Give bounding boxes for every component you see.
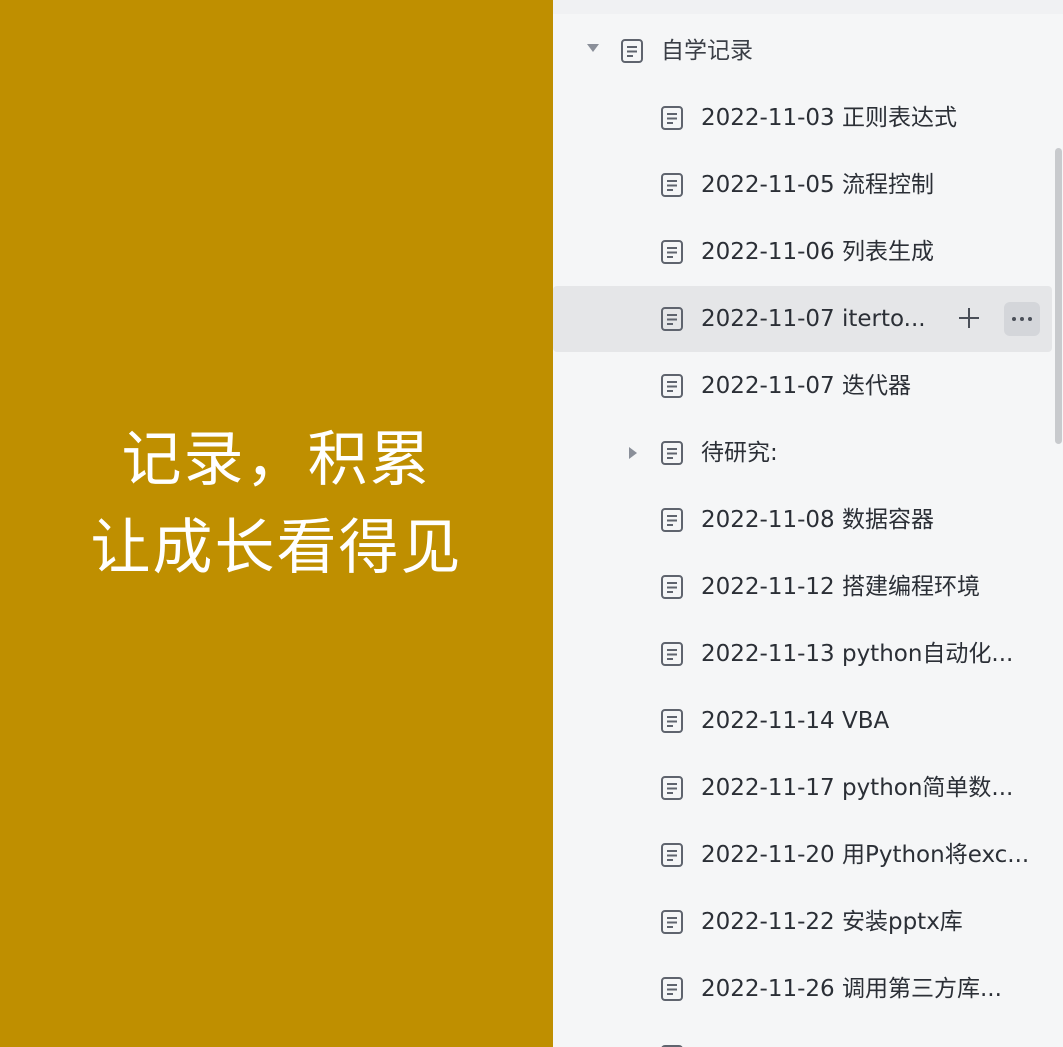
tree-item-label: 2022-11-12 搭建编程环境 bbox=[701, 574, 980, 600]
document-tree: 自学记录 2022-11-03 正则表达式 2022-11-05 流程控制 20… bbox=[553, 0, 1063, 1047]
tree-item[interactable]: 2022-11-12 搭建编程环境 bbox=[553, 554, 1052, 620]
tree-item-label: 待研究: bbox=[701, 440, 778, 466]
tree-top-strip bbox=[553, 0, 1063, 14]
document-icon bbox=[659, 440, 685, 466]
more-options-button[interactable] bbox=[1004, 302, 1040, 336]
tree-item[interactable]: 2022-11-20 用Python将exc... bbox=[553, 822, 1052, 888]
document-icon bbox=[659, 641, 685, 667]
tree-item-partial bbox=[553, 1038, 1063, 1047]
banner-line-2: 让成长看得见 bbox=[90, 512, 463, 583]
document-icon bbox=[659, 105, 685, 131]
tree-item-label: 2022-11-03 正则表达式 bbox=[701, 105, 957, 131]
tree-item-label: 2022-11-26 调用第三方库... bbox=[701, 976, 1002, 1002]
tree-item[interactable]: 2022-11-14 VBA bbox=[553, 688, 1052, 754]
tree-item[interactable]: 2022-11-06 列表生成 bbox=[553, 219, 1052, 285]
banner-line-1: 记录，积累 bbox=[121, 424, 432, 495]
tree-item[interactable]: 2022-11-05 流程控制 bbox=[553, 152, 1052, 218]
document-icon bbox=[659, 373, 685, 399]
tree-item[interactable]: 2022-11-03 正则表达式 bbox=[553, 85, 1052, 151]
tree-item-collapsible[interactable]: 待研究: bbox=[553, 420, 1052, 486]
banner: 记录，积累 让成长看得见 bbox=[0, 0, 553, 1047]
document-icon bbox=[659, 909, 685, 935]
tree-root-node[interactable]: 自学记录 bbox=[553, 18, 1052, 84]
add-child-button[interactable] bbox=[953, 302, 985, 334]
tree-item-label: 2022-11-14 VBA bbox=[701, 708, 890, 734]
tree-item[interactable]: 2022-11-22 安装pptx库 bbox=[553, 889, 1052, 955]
tree-scrollbar[interactable] bbox=[1055, 148, 1062, 444]
tree-root-label: 自学记录 bbox=[661, 38, 753, 64]
document-icon bbox=[659, 239, 685, 265]
tree-item-label: 2022-11-05 流程控制 bbox=[701, 172, 934, 198]
tree-item-label: 2022-11-13 python自动化... bbox=[701, 641, 1014, 667]
tree-item[interactable]: 2022-11-13 python自动化... bbox=[553, 621, 1052, 687]
document-icon bbox=[659, 306, 685, 332]
document-icon bbox=[659, 507, 685, 533]
tree-item[interactable]: 2022-11-26 调用第三方库... bbox=[553, 956, 1052, 1022]
plus-icon bbox=[959, 308, 979, 328]
tree-item-label: 2022-11-06 列表生成 bbox=[701, 239, 934, 265]
tree-item[interactable]: 2022-11-07 迭代器 bbox=[553, 353, 1052, 419]
document-icon bbox=[619, 38, 645, 64]
tree-item-label: 2022-11-20 用Python将exc... bbox=[701, 842, 1030, 868]
tree-item-label: 2022-11-07 iterto... bbox=[701, 306, 926, 332]
caret-down-icon[interactable] bbox=[587, 44, 599, 52]
caret-right-icon[interactable] bbox=[629, 447, 637, 459]
tree-item-label: 2022-11-07 迭代器 bbox=[701, 373, 911, 399]
tree-item[interactable]: 2022-11-08 数据容器 bbox=[553, 487, 1052, 553]
tree-item[interactable]: 2022-11-17 python简单数... bbox=[553, 755, 1052, 821]
tree-item-label: 2022-11-17 python简单数... bbox=[701, 775, 1014, 801]
tree-item-label: 2022-11-22 安装pptx库 bbox=[701, 909, 963, 935]
document-icon bbox=[659, 708, 685, 734]
tree-item-label: 2022-11-08 数据容器 bbox=[701, 507, 934, 533]
document-icon bbox=[659, 574, 685, 600]
tree-item-hovered[interactable]: 2022-11-07 iterto... bbox=[553, 286, 1052, 352]
document-icon bbox=[659, 842, 685, 868]
document-icon bbox=[659, 775, 685, 801]
document-icon bbox=[659, 172, 685, 198]
more-horizontal-icon bbox=[1012, 317, 1032, 321]
document-icon bbox=[659, 976, 685, 1002]
